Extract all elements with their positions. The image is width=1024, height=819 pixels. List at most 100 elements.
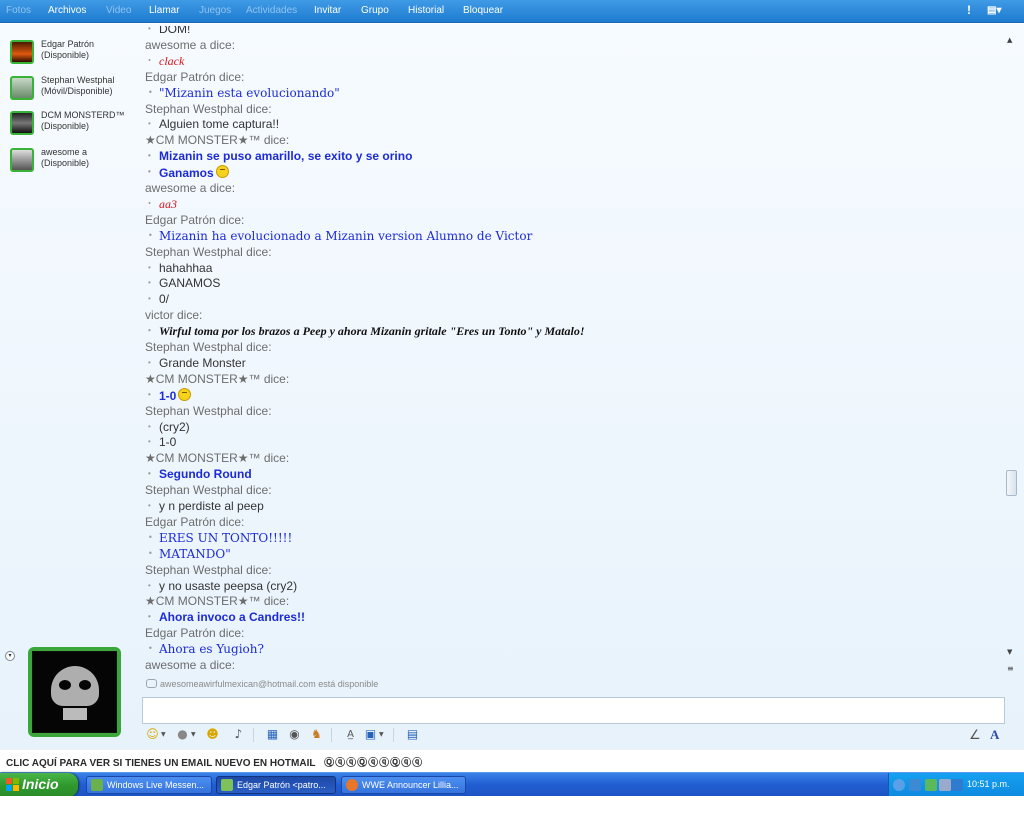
menu-history[interactable]: Historial: [408, 5, 444, 16]
message-line: hahahhaa: [145, 261, 212, 275]
paste-icon[interactable]: ▤: [405, 727, 420, 742]
message-line: aa3: [145, 197, 177, 211]
security-icon[interactable]: [951, 779, 963, 791]
sender-name: Stephan Westphal dice:: [145, 562, 272, 577]
contact-status: (Disponible): [41, 50, 90, 60]
message-text: Mizanin ha evolucionado a Mizanin versio…: [159, 228, 533, 243]
collapse-picture-icon[interactable]: ▾: [5, 651, 15, 661]
message-history: DOM!awesome a dice:clackEdgar Patrón dic…: [145, 26, 1000, 676]
message-text: clack: [159, 53, 185, 68]
message-text: Segundo Round: [159, 467, 252, 482]
splitter-grip-icon[interactable]: ≡: [1007, 664, 1014, 673]
game-icon[interactable]: ♞: [309, 727, 324, 742]
message-line: Ganamos: [145, 165, 229, 180]
nudge-icon[interactable]: ☻: [205, 727, 220, 742]
scroll-up-arrow-icon[interactable]: ▲: [1007, 36, 1012, 44]
contact-name: Edgar Patrón: [41, 39, 95, 49]
emoticon-icon[interactable]: ☺: [145, 727, 160, 742]
options-menu-icon[interactable]: ▤▾: [987, 5, 1001, 16]
emoticon-icon: [178, 387, 192, 401]
message-line: Ahora es Yugioh?: [145, 642, 264, 656]
skull-jaw: [63, 708, 87, 720]
contact-name: Stephan Westphal: [41, 75, 115, 85]
sender-header: Stephan Westphal dice:: [145, 404, 272, 418]
status-bubble-icon: [146, 679, 157, 688]
hotmail-banner-text[interactable]: CLIC AQUÍ PARA VER SI TIENES UN EMAIL NU…: [6, 758, 315, 769]
contact-name: awesome a: [41, 147, 88, 157]
menu-invite[interactable]: Invitar: [314, 5, 341, 16]
sender-name: ★CM MONSTER★™ dice:: [145, 371, 290, 386]
message-line: 0/: [145, 292, 169, 306]
scroll-thumb[interactable]: [1006, 470, 1017, 496]
message-text: ERES UN TONTO!!!!!: [159, 530, 293, 545]
volume-icon[interactable]: [939, 779, 951, 791]
share-icon[interactable]: ▣: [363, 727, 378, 742]
contact-avatar: [10, 148, 34, 172]
task-messenger[interactable]: Windows Live Messen...: [86, 776, 212, 794]
message-text: Grande Monster: [159, 355, 246, 370]
sender-name: Stephan Westphal dice:: [145, 244, 272, 259]
history-scrollbar[interactable]: ▲ ▼ ≡: [1005, 30, 1019, 680]
network-icon[interactable]: [909, 779, 921, 791]
message-text: Ahora es Yugioh?: [159, 642, 264, 657]
message-line: (cry2): [145, 420, 190, 434]
task-label: Windows Live Messen...: [107, 780, 205, 790]
chevron-down-icon[interactable]: ▼: [379, 731, 384, 738]
my-display-picture-frame[interactable]: [28, 647, 121, 737]
scroll-down-arrow-icon[interactable]: ▼: [1007, 648, 1012, 656]
contact-cm-monster[interactable]: DCM MONSTERD™ (Disponible): [10, 108, 135, 138]
message-line: Segundo Round: [145, 467, 252, 481]
handwriting-icon[interactable]: ∠: [969, 727, 981, 743]
menu-games[interactable]: Juegos: [199, 5, 231, 16]
message-line: 1-0: [145, 435, 176, 449]
menu-video[interactable]: Video: [106, 5, 131, 16]
message-line: y n perdiste al peep: [145, 499, 264, 513]
contact-edgar-patron[interactable]: Edgar Patrón (Disponible): [10, 37, 135, 67]
message-text: hahahhaa: [159, 260, 213, 275]
contact-stephan-westphal[interactable]: Stephan Westphal (Móvil/Disponible): [10, 73, 135, 103]
sender-name: ★CM MONSTER★™ dice:: [145, 133, 290, 148]
message-text: "Mizanin esta evolucionando": [159, 85, 340, 100]
contact-status: (Móvil/Disponible): [41, 86, 113, 96]
menu-call[interactable]: Llamar: [149, 5, 180, 16]
alert-icon[interactable]: !: [967, 3, 971, 17]
sender-header: awesome a dice:: [145, 38, 235, 52]
chevron-down-icon[interactable]: ▼: [161, 731, 166, 738]
sender-header: ★CM MONSTER★™ dice:: [145, 133, 289, 147]
start-button[interactable]: Inicio: [0, 773, 78, 797]
wink-icon[interactable]: ●: [175, 727, 190, 742]
task-conversation[interactable]: Edgar Patrón <patro...: [216, 776, 336, 794]
message-line: Grande Monster: [145, 356, 246, 370]
sender-header: Edgar Patrón dice:: [145, 70, 244, 84]
sender-name: Stephan Westphal dice:: [145, 403, 272, 418]
font-style-icon[interactable]: A: [990, 727, 999, 743]
message-text: DOM!: [159, 26, 191, 36]
sender-header: victor dice:: [145, 308, 202, 322]
message-input[interactable]: [142, 697, 1005, 724]
chevron-down-icon[interactable]: ▼: [191, 731, 196, 738]
contact-awesome-a[interactable]: awesome a (Disponible): [10, 145, 135, 175]
contact-status: (Disponible): [41, 158, 90, 168]
browser-icon: [346, 779, 358, 791]
sender-name: awesome a dice:: [145, 658, 236, 672]
task-browser[interactable]: WWE Announcer Lillia...: [341, 776, 466, 794]
font-icon[interactable]: A̲: [343, 727, 358, 742]
voice-clip-icon[interactable]: ♪: [231, 727, 246, 742]
hotmail-banner[interactable]: CLIC AQUÍ PARA VER SI TIENES UN EMAIL NU…: [6, 754, 423, 769]
background-icon[interactable]: ▦: [265, 727, 280, 742]
menu-photos[interactable]: Fotos: [6, 5, 31, 16]
messenger-window: { "menu": { "items": [ {"label": "Fotos"…: [0, 0, 1024, 819]
menu-files[interactable]: Archivos: [48, 5, 86, 16]
webcam-icon[interactable]: ◉: [287, 727, 302, 742]
message-text: y n perdiste al peep: [159, 499, 264, 513]
sender-name: awesome a dice:: [145, 181, 236, 195]
messenger-tray-icon[interactable]: [925, 779, 937, 791]
sender-header: awesome a dice:: [145, 658, 235, 672]
contact-name: DCM MONSTERD™: [41, 110, 125, 120]
skull-eye: [79, 680, 91, 690]
windows-taskbar: Inicio Windows Live Messen... Edgar Patr…: [0, 772, 1024, 797]
tray-arrow-icon[interactable]: [893, 779, 905, 791]
menu-activities[interactable]: Actividades: [246, 5, 297, 16]
menu-block[interactable]: Bloquear: [463, 5, 503, 16]
menu-group[interactable]: Grupo: [361, 5, 389, 16]
